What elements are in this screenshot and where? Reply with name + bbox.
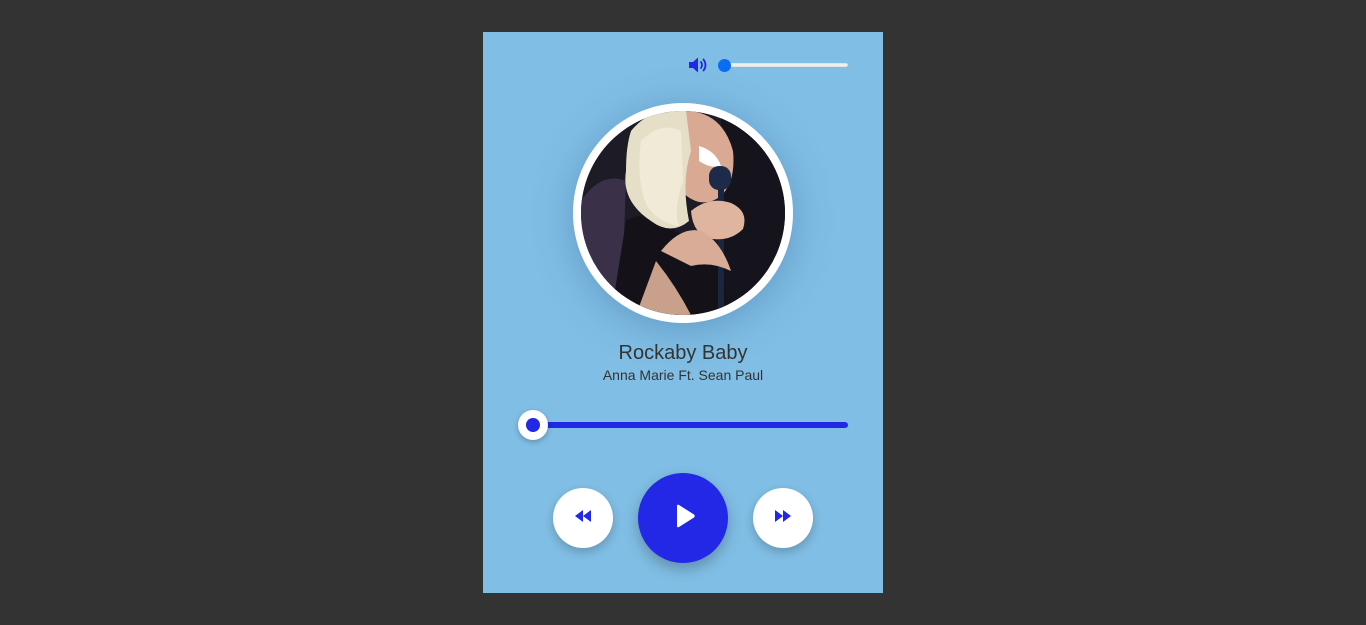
music-player: Rockaby Baby Anna Marie Ft. Sean Paul [483,32,883,593]
volume-track [720,63,848,67]
album-art [573,103,793,323]
rewind-icon [574,509,592,528]
fast-forward-icon [774,509,792,528]
previous-button[interactable] [553,488,613,548]
next-button[interactable] [753,488,813,548]
seek-thumb[interactable] [518,410,548,440]
album-art-image [581,111,785,315]
volume-slider[interactable] [718,59,848,72]
volume-up-icon[interactable] [688,56,710,74]
song-title: Rockaby Baby [618,342,748,364]
play-icon [670,504,696,533]
seek-slider[interactable] [518,410,848,440]
volume-thumb[interactable] [718,59,731,72]
song-artist: Anna Marie Ft. Sean Paul [602,367,764,383]
play-button[interactable] [638,473,728,563]
seek-track [518,422,848,428]
